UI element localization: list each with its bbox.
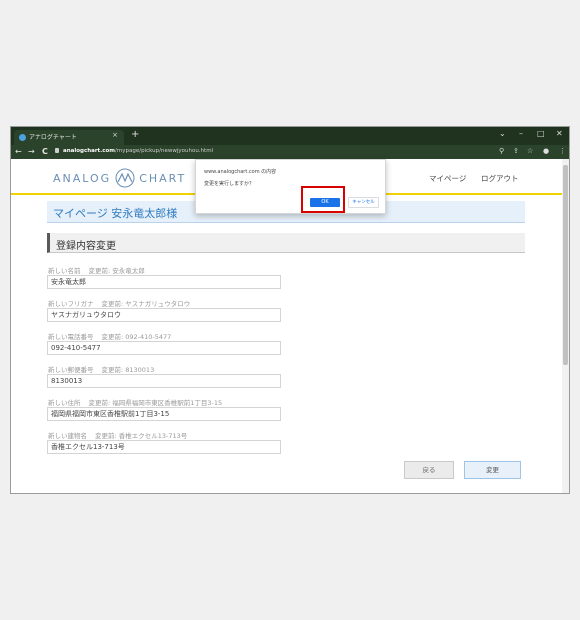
url-field[interactable]: analogchart.com/mypage/pickup/newwjyouho…: [55, 147, 213, 156]
zoom-icon[interactable]: ⚲: [499, 146, 504, 157]
logo-text-right: CHART: [139, 171, 187, 185]
field-label-address: 新しい住所 変更前: 福岡県福岡市東区香椎駅前1丁目3-15: [48, 399, 223, 407]
name-input[interactable]: 安永竜太郎: [47, 275, 281, 289]
lock-icon: [55, 148, 59, 153]
menu-kebab-icon[interactable]: ⋮: [559, 146, 566, 157]
field-label-postal: 新しい郵便番号 変更前: 8130013: [48, 366, 155, 374]
scrollbar-thumb[interactable]: [563, 165, 568, 365]
site-logo[interactable]: ANALOG CHART: [53, 168, 186, 188]
tab-bar: アナログチャート × + ⌄ – □ ✕: [11, 127, 569, 145]
tab-close-icon[interactable]: ×: [112, 131, 118, 139]
maximize-button[interactable]: □: [537, 129, 545, 139]
change-button[interactable]: 変更: [464, 461, 521, 479]
logo-text-left: ANALOG: [53, 171, 112, 185]
dialog-cancel-button[interactable]: キャンセル: [348, 197, 379, 208]
section-title: 登録内容変更: [56, 241, 116, 252]
back-arrow-icon[interactable]: ←: [15, 146, 22, 157]
reload-icon[interactable]: C: [42, 146, 48, 157]
address-bar-row: ← → C analogchart.com/mypage/pickup/neww…: [11, 145, 569, 159]
bookmark-star-icon[interactable]: ☆: [527, 146, 533, 157]
favicon-icon: [19, 134, 26, 141]
phone-input[interactable]: 092-410-5477: [47, 341, 281, 355]
tab-search-icon[interactable]: ⌄: [499, 129, 506, 139]
profile-icon[interactable]: ●: [543, 146, 549, 157]
close-window-button[interactable]: ✕: [556, 129, 563, 139]
postal-code-input[interactable]: 8130013: [47, 374, 281, 388]
browser-tab[interactable]: アナログチャート ×: [14, 130, 124, 145]
furigana-input[interactable]: ヤスナガリュウタロウ: [47, 308, 281, 322]
dialog-message: 変更を実行しますか？: [204, 181, 255, 187]
forward-arrow-icon[interactable]: →: [28, 146, 35, 157]
field-label-name: 新しい名前 変更前: 安永竜太郎: [48, 267, 145, 275]
field-label-building: 新しい建物名 変更前: 香椎エクセル13-713号: [48, 432, 188, 440]
url-path: /mypage/pickup/newwjyouhou.html: [115, 148, 214, 154]
share-icon[interactable]: ⇪: [513, 146, 519, 157]
back-button[interactable]: 戻る: [404, 461, 454, 479]
section-heading: 登録内容変更: [47, 233, 525, 253]
field-label-furigana: 新しいフリガナ 変更前: ヤスナガリュウタロウ: [48, 300, 191, 308]
building-input[interactable]: 香椎エクセル13-713号: [47, 440, 281, 454]
url-host: analogchart.com: [63, 148, 116, 154]
page-title: マイページ 安永竜太郎様: [53, 207, 178, 220]
confirm-dialog: www.analogchart.com の内容 変更を実行しますか？ OK キャ…: [195, 159, 386, 214]
logo-mark-icon: [115, 168, 135, 188]
browser-window: アナログチャート × + ⌄ – □ ✕ ← → C analogchart.c…: [10, 126, 570, 494]
tab-title: アナログチャート: [29, 134, 77, 141]
nav-logout-link[interactable]: ログアウト: [481, 173, 519, 184]
nav-mypage-link[interactable]: マイページ: [429, 173, 466, 184]
minimize-button[interactable]: –: [519, 129, 523, 139]
dialog-origin-text: www.analogchart.com の内容: [204, 169, 277, 175]
address-input[interactable]: 福岡県福岡市東区香椎駅前1丁目3-15: [47, 407, 281, 421]
new-tab-button[interactable]: +: [131, 129, 139, 141]
scrollbar[interactable]: [562, 159, 569, 493]
field-label-phone: 新しい電話番号 変更前: 092-410-5477: [48, 333, 172, 341]
ok-highlight-box: [301, 186, 345, 213]
